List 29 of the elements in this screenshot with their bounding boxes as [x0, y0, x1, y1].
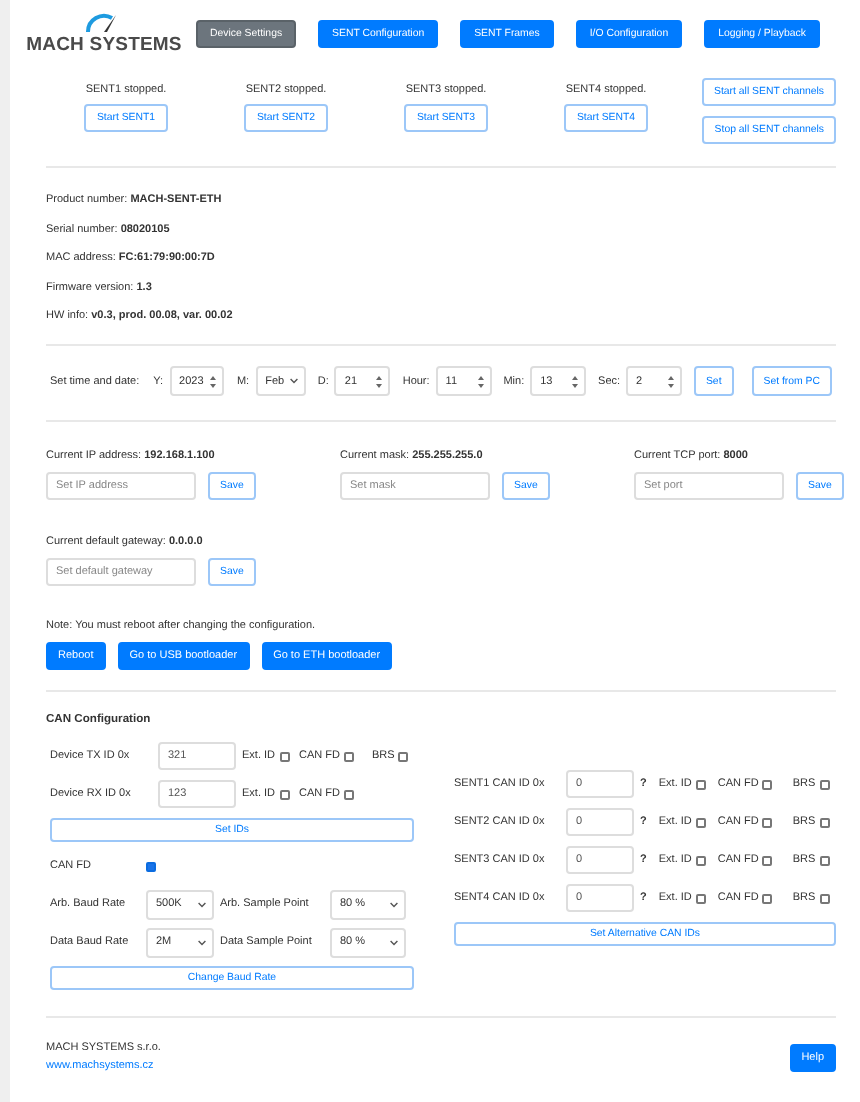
checkbox[interactable]	[819, 779, 830, 790]
checkbox[interactable]	[762, 817, 773, 828]
checkbox[interactable]	[695, 893, 706, 904]
chevron-down-icon	[390, 901, 398, 908]
chevron-down-icon	[289, 378, 298, 385]
checkbox[interactable]	[344, 751, 354, 762]
spinner-icon	[667, 375, 674, 388]
chevron-down-icon	[198, 901, 206, 908]
logo-text: MACH SYSTEMS	[26, 34, 182, 56]
checkbox[interactable]	[695, 779, 706, 790]
checkbox[interactable]	[819, 855, 830, 866]
checkbox[interactable]	[819, 817, 830, 828]
spinner-icon	[477, 375, 484, 388]
checkbox[interactable]	[762, 855, 773, 866]
checkbox[interactable]	[344, 789, 354, 800]
spinner-icon	[572, 375, 579, 388]
chevron-down-icon	[198, 939, 206, 946]
checkbox[interactable]	[695, 817, 706, 828]
spinner-icon	[376, 375, 383, 388]
checkbox[interactable]	[279, 751, 290, 762]
spinner-icon	[210, 375, 217, 388]
checkbox[interactable]	[695, 855, 706, 866]
checkbox[interactable]	[819, 893, 830, 904]
checkbox[interactable]	[279, 789, 290, 800]
checked-checkbox[interactable]	[146, 861, 156, 872]
chevron-down-icon	[390, 939, 398, 946]
checkbox[interactable]	[762, 893, 773, 904]
checkbox[interactable]	[762, 779, 773, 790]
checkbox[interactable]	[398, 751, 409, 762]
